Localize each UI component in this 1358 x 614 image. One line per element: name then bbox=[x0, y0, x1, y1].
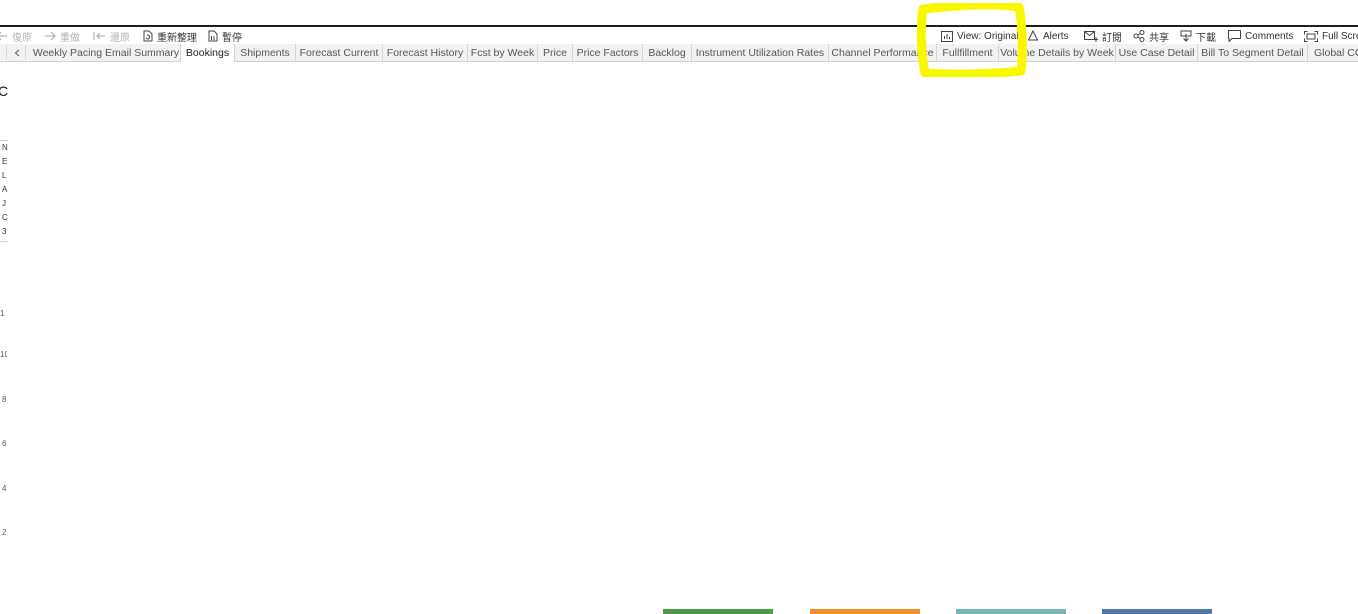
subscribe-button[interactable]: 訂閱 bbox=[1084, 27, 1122, 45]
toolbar: 復原 重做 還原 重新整理 暫停 View: Original Alerts 訂… bbox=[0, 27, 1358, 45]
view-label: View: Original bbox=[957, 30, 1019, 42]
legend-item: A bbox=[2, 185, 8, 194]
chart-bar-teal bbox=[956, 609, 1066, 614]
chevron-left-icon bbox=[14, 49, 20, 56]
tab-label: Forecast History bbox=[386, 46, 464, 59]
axis-tick-label: 2 bbox=[2, 528, 7, 537]
tab-label: Volume Details by Week bbox=[1000, 46, 1114, 59]
fullscreen-label: Full Scre bbox=[1322, 30, 1358, 42]
tab-label: Channel Performance bbox=[831, 46, 934, 59]
download-button[interactable]: 下載 bbox=[1180, 27, 1216, 45]
tab-forecast-history[interactable]: Forecast History bbox=[383, 44, 468, 61]
dashboard-page: 復原 重做 還原 重新整理 暫停 View: Original Alerts 訂… bbox=[0, 0, 1358, 614]
bar-chart-icon bbox=[941, 30, 953, 42]
legend-item: E bbox=[2, 157, 8, 166]
undo-label: 復原 bbox=[12, 32, 32, 44]
tab-label: Price Factors bbox=[576, 46, 639, 59]
tab-weekly-pacing-email-summary[interactable]: Weekly Pacing Email Summary bbox=[32, 44, 181, 61]
view-original-button[interactable]: View: Original bbox=[941, 27, 1019, 45]
top-strip bbox=[0, 0, 1358, 25]
legend-item: 3 bbox=[2, 227, 7, 236]
tab-channel-performance[interactable]: Channel Performance bbox=[829, 44, 937, 61]
axis-tick-label: 4 bbox=[2, 484, 7, 493]
share-label: 共享 bbox=[1149, 32, 1169, 44]
axis-tick-label: 10 bbox=[0, 350, 7, 359]
refresh-button[interactable]: 重新整理 bbox=[142, 27, 197, 45]
chart-bar-blue bbox=[1102, 609, 1212, 614]
tab-bookings[interactable]: Bookings bbox=[181, 44, 235, 62]
revert-label: 還原 bbox=[110, 32, 130, 44]
tab-label: Price bbox=[543, 46, 567, 59]
tab-label: Weekly Pacing Email Summary bbox=[32, 46, 180, 59]
revert-button[interactable]: 還原 bbox=[93, 27, 130, 45]
fullscreen-button[interactable]: Full Scre bbox=[1304, 27, 1358, 45]
redo-button[interactable]: 重做 bbox=[44, 27, 80, 45]
refresh-label: 重新整理 bbox=[157, 32, 197, 44]
tab-label: Forecast Current bbox=[299, 46, 379, 59]
tab-scroll-left-button[interactable] bbox=[9, 45, 26, 60]
subscribe-label: 訂閱 bbox=[1102, 32, 1122, 44]
alerts-button[interactable]: Alerts bbox=[1027, 27, 1069, 45]
comment-icon bbox=[1228, 30, 1241, 42]
tab-label: Bookings bbox=[185, 47, 230, 59]
pause-label: 暫停 bbox=[222, 32, 242, 44]
tab-volume-details-by-week[interactable]: Volume Details by Week bbox=[999, 44, 1116, 61]
tab-backlog[interactable]: Backlog bbox=[643, 44, 692, 61]
tab-label: Use Case Detail bbox=[1118, 46, 1195, 59]
share-icon bbox=[1133, 30, 1145, 42]
tab-bill-to-segment-detail[interactable]: Bill To Segment Detail bbox=[1198, 44, 1308, 61]
chart-bar-orange bbox=[810, 609, 920, 614]
tab-label: Shipments bbox=[240, 46, 290, 59]
axis-tick-label: 8 bbox=[2, 395, 7, 404]
axis-tick-label: 1 bbox=[0, 309, 5, 318]
bell-icon bbox=[1027, 30, 1039, 41]
arrow-left-icon bbox=[0, 31, 7, 41]
chart-bar-green bbox=[663, 609, 773, 614]
fullscreen-icon bbox=[1304, 30, 1318, 42]
tab-global-cc[interactable]: Global CC bbox=[1308, 44, 1358, 61]
pause-icon bbox=[208, 30, 218, 42]
tab-label: Global CC bbox=[1314, 46, 1358, 59]
legend-item: L bbox=[2, 171, 7, 180]
sheet-tab-bar: Weekly Pacing Email Summary Bookings Shi… bbox=[0, 44, 1358, 62]
download-icon bbox=[1180, 30, 1192, 42]
comments-button[interactable]: Comments bbox=[1228, 27, 1293, 45]
pause-button[interactable]: 暫停 bbox=[207, 27, 242, 45]
tab-price[interactable]: Price bbox=[538, 44, 573, 61]
comments-label: Comments bbox=[1245, 30, 1294, 42]
legend-fragment: N E L A J C 3 bbox=[0, 140, 8, 242]
redo-label: 重做 bbox=[60, 32, 80, 44]
tab-fcst-by-week[interactable]: Fcst by Week bbox=[468, 44, 538, 61]
revert-icon bbox=[93, 32, 105, 40]
tab-label: Instrument Utilization Rates bbox=[695, 46, 825, 59]
download-label: 下載 bbox=[1196, 32, 1216, 44]
legend-item: C bbox=[2, 213, 8, 222]
tab-use-case-detail[interactable]: Use Case Detail bbox=[1116, 44, 1198, 61]
tab-label: Fullfillment bbox=[942, 46, 993, 59]
tab-bar-edge bbox=[0, 45, 7, 60]
undo-button[interactable]: 復原 bbox=[0, 27, 32, 45]
mail-plus-icon bbox=[1084, 30, 1098, 42]
tab-fullfillment[interactable]: Fullfillment bbox=[937, 44, 999, 61]
share-button[interactable]: 共享 bbox=[1133, 27, 1169, 45]
tab-price-factors[interactable]: Price Factors bbox=[573, 44, 643, 61]
tab-label: Backlog bbox=[648, 46, 686, 59]
tab-forecast-current[interactable]: Forecast Current bbox=[296, 44, 383, 61]
dashboard-title-fragment: C bbox=[0, 83, 9, 99]
alerts-label: Alerts bbox=[1043, 30, 1069, 42]
legend-item: N bbox=[2, 143, 8, 152]
tab-label: Bill To Segment Detail bbox=[1201, 46, 1304, 59]
tab-shipments[interactable]: Shipments bbox=[235, 44, 296, 61]
axis-tick-label: 6 bbox=[2, 439, 7, 448]
legend-item: J bbox=[2, 199, 6, 208]
tab-label: Fcst by Week bbox=[470, 46, 535, 59]
refresh-icon bbox=[143, 30, 153, 42]
arrow-right-icon bbox=[45, 31, 56, 41]
tab-instrument-utilization-rates[interactable]: Instrument Utilization Rates bbox=[692, 44, 829, 61]
